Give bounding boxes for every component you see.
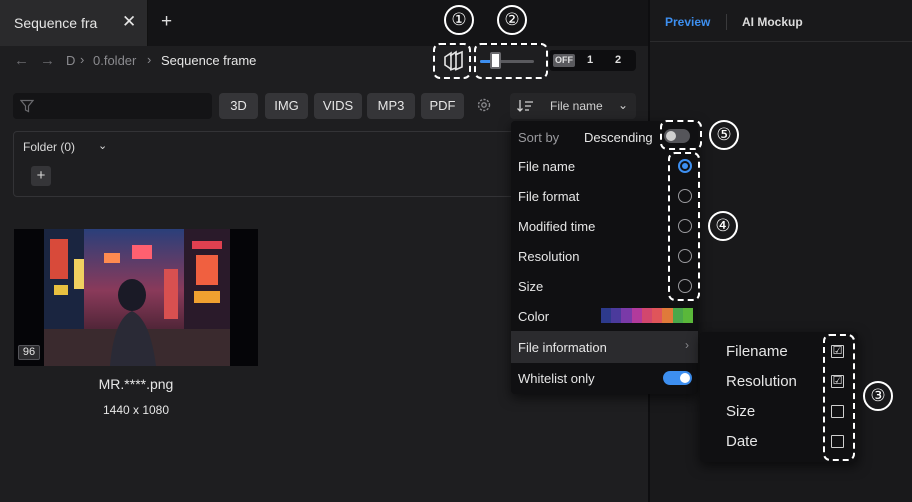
color-swatch[interactable] <box>631 308 642 323</box>
breadcrumb-separator: › <box>80 52 85 67</box>
color-swatch[interactable] <box>662 308 673 323</box>
info-resolution-label: Resolution <box>726 373 797 390</box>
color-swatch[interactable] <box>672 308 683 323</box>
color-label: Color <box>518 309 550 324</box>
filter-3d-button[interactable]: 3D <box>219 93 258 119</box>
filter-vids-button[interactable]: VIDS <box>314 93 362 119</box>
tab-bar: Sequence fra ✕ + <box>0 0 648 46</box>
info-size-label: Size <box>726 403 756 420</box>
tab-ai-mockup[interactable]: AI Mockup <box>742 15 803 29</box>
sort-option-file-format[interactable]: File format <box>518 189 579 204</box>
chevron-down-icon: ⌄ <box>618 98 629 112</box>
sort-icon <box>517 100 533 112</box>
sort-option-size[interactable]: Size <box>518 279 543 294</box>
view-mode-toggle: OFF 1 2 <box>549 50 636 71</box>
breadcrumb-separator: › <box>147 52 152 67</box>
color-swatch[interactable] <box>682 308 693 323</box>
color-swatch[interactable] <box>621 308 632 323</box>
sort-option-resolution[interactable]: Resolution <box>518 249 579 264</box>
color-swatch[interactable] <box>652 308 663 323</box>
color-swatch[interactable] <box>601 308 612 323</box>
tab-title: Sequence fra <box>14 15 98 31</box>
city-night-image <box>44 229 230 366</box>
frame-count-badge: 96 <box>18 345 40 360</box>
color-swatch[interactable] <box>641 308 653 323</box>
annotation-box-4 <box>668 152 700 301</box>
sort-dropdown[interactable]: File name ⌄ <box>510 93 636 119</box>
folder-label[interactable]: Folder (0) <box>23 140 75 154</box>
sort-by-label: Sort by <box>518 130 560 145</box>
file-dimensions: 1440 x 1080 <box>102 403 170 417</box>
annotation-marker-5: ⑤ <box>709 120 739 150</box>
whitelist-label: Whitelist only <box>518 371 595 386</box>
gear-icon[interactable] <box>475 96 493 114</box>
whitelist-toggle[interactable] <box>663 371 692 385</box>
view-mode-2[interactable]: 2 <box>615 54 621 66</box>
sort-label: File name <box>550 99 603 113</box>
app-window: Sequence fra ✕ + Preview AI Mockup ← → D… <box>0 0 912 502</box>
view-mode-off[interactable]: OFF <box>553 54 575 67</box>
filter-mp3-button[interactable]: MP3 <box>367 93 415 119</box>
filter-icon <box>20 99 34 113</box>
annotation-box-3 <box>823 334 855 461</box>
close-icon[interactable]: ✕ <box>122 12 136 32</box>
filter-pdf-button[interactable]: PDF <box>421 93 464 119</box>
info-date-label: Date <box>726 433 758 450</box>
filter-img-button[interactable]: IMG <box>265 93 308 119</box>
annotation-box-1 <box>433 43 471 79</box>
back-arrow-icon[interactable]: ← <box>14 52 29 69</box>
annotation-marker-2: ② <box>497 5 527 35</box>
color-filter-bar[interactable] <box>601 308 693 323</box>
chevron-down-icon[interactable]: ⌄ <box>98 139 107 152</box>
file-name: MR.****.png <box>98 376 174 392</box>
add-tab-button[interactable]: + <box>161 11 172 33</box>
tab-preview[interactable]: Preview <box>665 15 710 29</box>
info-filename-label: Filename <box>726 343 788 360</box>
add-folder-button[interactable]: + <box>31 166 51 186</box>
annotation-marker-1: ① <box>444 5 474 35</box>
tab-sequence-frame[interactable]: Sequence fra ✕ <box>0 0 148 46</box>
annotation-marker-3: ③ <box>863 381 893 411</box>
toggle-knob <box>680 373 690 383</box>
breadcrumb-drive[interactable]: D <box>66 53 75 68</box>
chevron-right-icon: › <box>685 338 689 352</box>
sort-option-modified-time[interactable]: Modified time <box>518 219 595 234</box>
right-panel-tabs: Preview AI Mockup <box>650 0 912 42</box>
file-thumbnail[interactable]: 96 <box>14 229 258 366</box>
descending-label: Descending <box>584 130 653 145</box>
forward-arrow-icon[interactable]: → <box>40 52 55 69</box>
annotation-marker-4: ④ <box>708 211 738 241</box>
sort-option-file-name[interactable]: File name <box>518 159 575 174</box>
breadcrumb-current: Sequence frame <box>161 53 257 68</box>
filter-input[interactable] <box>13 93 212 119</box>
annotation-box-5 <box>660 120 702 150</box>
color-swatch[interactable] <box>611 308 622 323</box>
view-mode-1[interactable]: 1 <box>587 54 593 66</box>
file-information-label: File information <box>518 340 607 355</box>
tab-divider <box>726 14 727 30</box>
breadcrumb-folder[interactable]: 0.folder <box>93 53 136 68</box>
annotation-box-2 <box>474 43 548 79</box>
